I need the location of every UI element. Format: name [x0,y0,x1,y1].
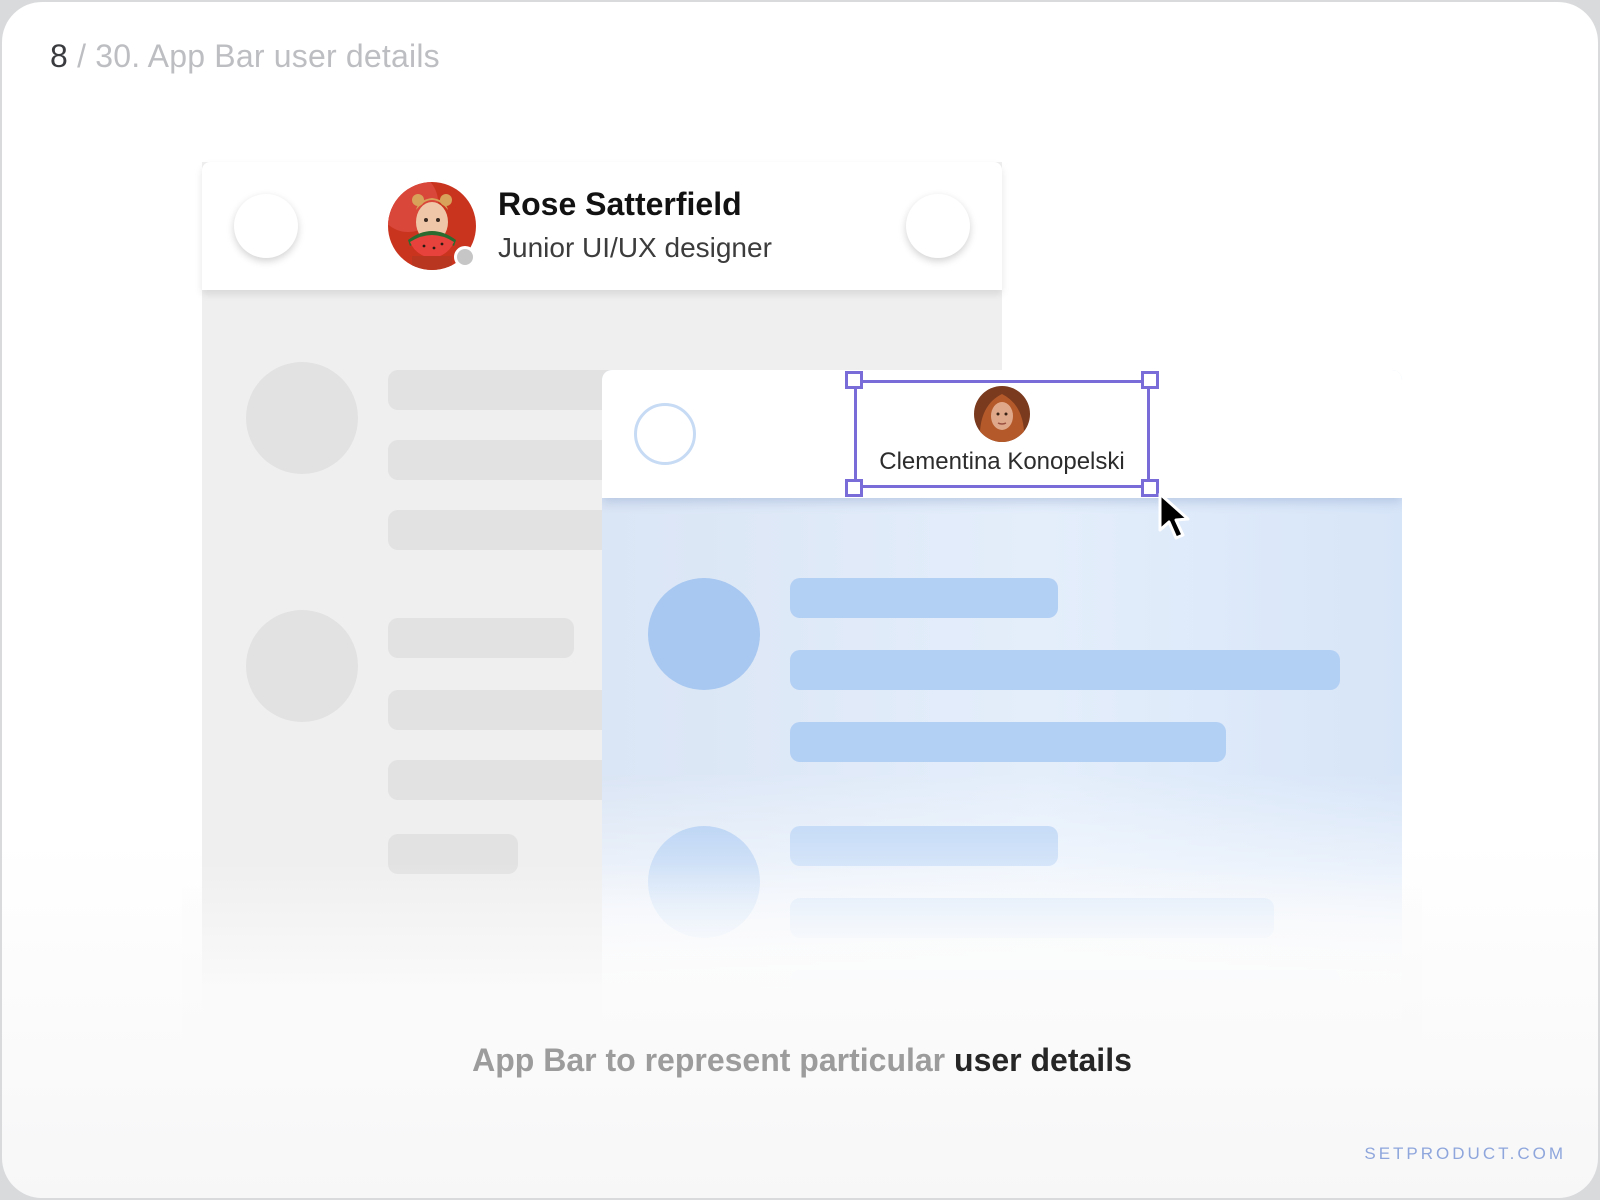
slide-number: 8 [50,38,68,74]
right-action-icon[interactable] [906,194,970,258]
user-name: Rose Satterfield [498,186,742,222]
caption-lead: App Bar to represent particular [472,1042,955,1078]
skeleton-avatar [246,610,358,722]
skeleton-avatar [246,362,358,474]
resize-handle-top-right[interactable] [1141,371,1159,389]
skeleton-line [790,650,1340,690]
slide-title: 8 / 30. App Bar user details [50,38,440,75]
selection-box [854,380,1150,488]
skeleton-line [790,722,1226,762]
slide-title-text: / 30. App Bar user details [68,38,440,74]
user-role: Junior UI/UX designer [498,232,772,263]
status-dot-icon [454,246,476,268]
resize-handle-top-left[interactable] [845,371,863,389]
resize-handle-bottom-left[interactable] [845,479,863,497]
brand-link[interactable]: SETPRODUCT.COM [1364,1144,1566,1164]
cursor-arrow-icon [1158,492,1190,540]
skeleton-avatar [648,578,760,690]
bottom-fade [182,862,1422,1042]
caption-emphasis: user details [954,1042,1132,1078]
app-bar-compact: Clementina Konopelski [602,370,1402,498]
left-action-icon[interactable] [234,194,298,258]
skeleton-line [388,618,574,658]
slide-frame: 8 / 30. App Bar user details Rose Satter… [2,2,1598,1198]
slide-caption: App Bar to represent particular user det… [2,1042,1598,1079]
skeleton-line [790,578,1058,618]
app-bar-user-details: Rose Satterfield Junior UI/UX designer [202,162,1002,290]
